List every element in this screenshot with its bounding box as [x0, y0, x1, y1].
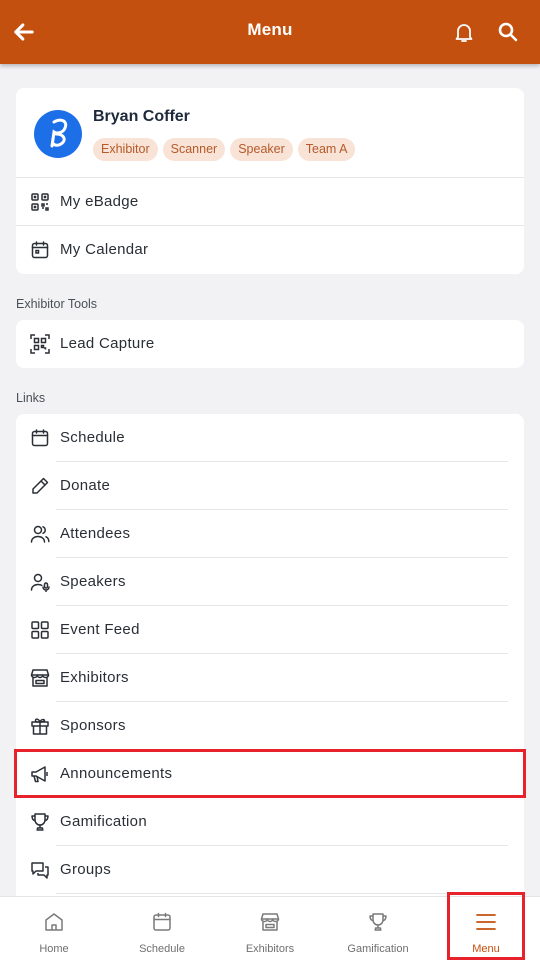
grid-icon: [31, 621, 49, 639]
search-icon[interactable]: [496, 20, 520, 44]
profile-header[interactable]: Bryan Coffer Exhibitor Scanner Speaker T…: [16, 88, 524, 178]
profile-card: Bryan Coffer Exhibitor Scanner Speaker T…: [16, 88, 524, 274]
nav-label: Schedule: [139, 943, 185, 955]
exhibitor-tools-card: Lead Capture: [16, 320, 524, 368]
role-tags: Exhibitor Scanner Speaker Team A: [93, 138, 356, 161]
bell-icon[interactable]: [452, 20, 476, 44]
megaphone-icon: [31, 766, 48, 783]
nav-schedule[interactable]: Schedule: [108, 897, 216, 960]
menu-item-attendees[interactable]: Attendees: [16, 510, 524, 558]
menu-item-label: My Calendar: [60, 241, 149, 258]
trophy-icon: [369, 913, 387, 931]
menu-item-label: Sponsors: [60, 717, 126, 734]
menu-item-groups[interactable]: Groups: [16, 846, 524, 894]
menu-item-my-ebadge[interactable]: My eBadge: [16, 178, 524, 226]
storefront-icon: [30, 669, 50, 687]
nav-gamification[interactable]: Gamification: [324, 897, 432, 960]
role-tag: Speaker: [230, 138, 293, 161]
storefront-icon: [260, 913, 280, 931]
calendar-icon: [153, 912, 171, 931]
qr-code-icon: [31, 193, 49, 211]
gift-icon: [31, 718, 49, 735]
menu-content[interactable]: Bryan Coffer Exhibitor Scanner Speaker T…: [0, 64, 540, 896]
menu-item-label: Donate: [60, 477, 111, 494]
avatar: [34, 110, 82, 158]
bottom-nav: Home Schedule Exhibitors Gamification Me…: [0, 896, 540, 960]
links-card: Schedule Donate Attendees Speakers Event…: [16, 414, 524, 896]
calendar-icon: [31, 241, 49, 259]
menu-item-announcements[interactable]: Announcements: [16, 750, 524, 798]
app-header: Menu: [0, 0, 540, 64]
trophy-icon: [31, 813, 49, 831]
menu-item-exhibitors[interactable]: Exhibitors: [16, 654, 524, 702]
home-icon: [45, 913, 63, 931]
nav-label: Home: [39, 943, 69, 955]
menu-item-label: Groups: [60, 861, 111, 878]
menu-item-label: Lead Capture: [60, 335, 155, 352]
menu-item-label: My eBadge: [60, 193, 139, 210]
menu-item-donate[interactable]: Donate: [16, 462, 524, 510]
arrow-left-icon[interactable]: [10, 18, 38, 46]
menu-item-speakers[interactable]: Speakers: [16, 558, 524, 606]
nav-exhibitors[interactable]: Exhibitors: [216, 897, 324, 960]
chat-bubbles-icon: [31, 862, 49, 879]
menu-item-label: Attendees: [60, 525, 131, 542]
menu-item-label: Event Feed: [60, 621, 140, 638]
role-tag: Team A: [297, 138, 356, 161]
role-tag: Exhibitor: [93, 138, 158, 161]
calendar-icon: [31, 429, 49, 447]
menu-item-my-calendar[interactable]: My Calendar: [16, 226, 524, 274]
menu-item-event-feed[interactable]: Event Feed: [16, 606, 524, 654]
nav-menu[interactable]: Menu: [432, 897, 540, 960]
section-title-exhibitor-tools: Exhibitor Tools: [16, 297, 98, 311]
hamburger-menu-icon: [476, 914, 496, 930]
menu-item-schedule[interactable]: Schedule: [16, 414, 524, 462]
scan-qr-icon: [30, 334, 50, 354]
nav-label: Menu: [472, 943, 500, 955]
nav-label: Exhibitors: [245, 943, 295, 955]
menu-item-sponsors[interactable]: Sponsors: [16, 702, 524, 750]
user-name: Bryan Coffer: [93, 108, 190, 125]
nav-label: Gamification: [347, 943, 409, 955]
users-icon: [30, 525, 50, 543]
menu-item-label: Speakers: [60, 573, 126, 590]
menu-item-label: Exhibitors: [60, 669, 129, 686]
role-tag: Scanner: [162, 138, 226, 161]
nav-home[interactable]: Home: [0, 897, 108, 960]
menu-item-lead-capture[interactable]: Lead Capture: [16, 320, 524, 368]
menu-item-label: Announcements: [60, 765, 173, 782]
speaker-user-icon: [30, 573, 50, 592]
menu-item-gamification[interactable]: Gamification: [16, 798, 524, 846]
user-avatar-logo: [50, 118, 68, 148]
pencil-icon: [32, 477, 49, 494]
section-title-links: Links: [16, 391, 46, 405]
menu-item-label: Gamification: [60, 813, 147, 830]
menu-item-label: Schedule: [60, 429, 125, 446]
